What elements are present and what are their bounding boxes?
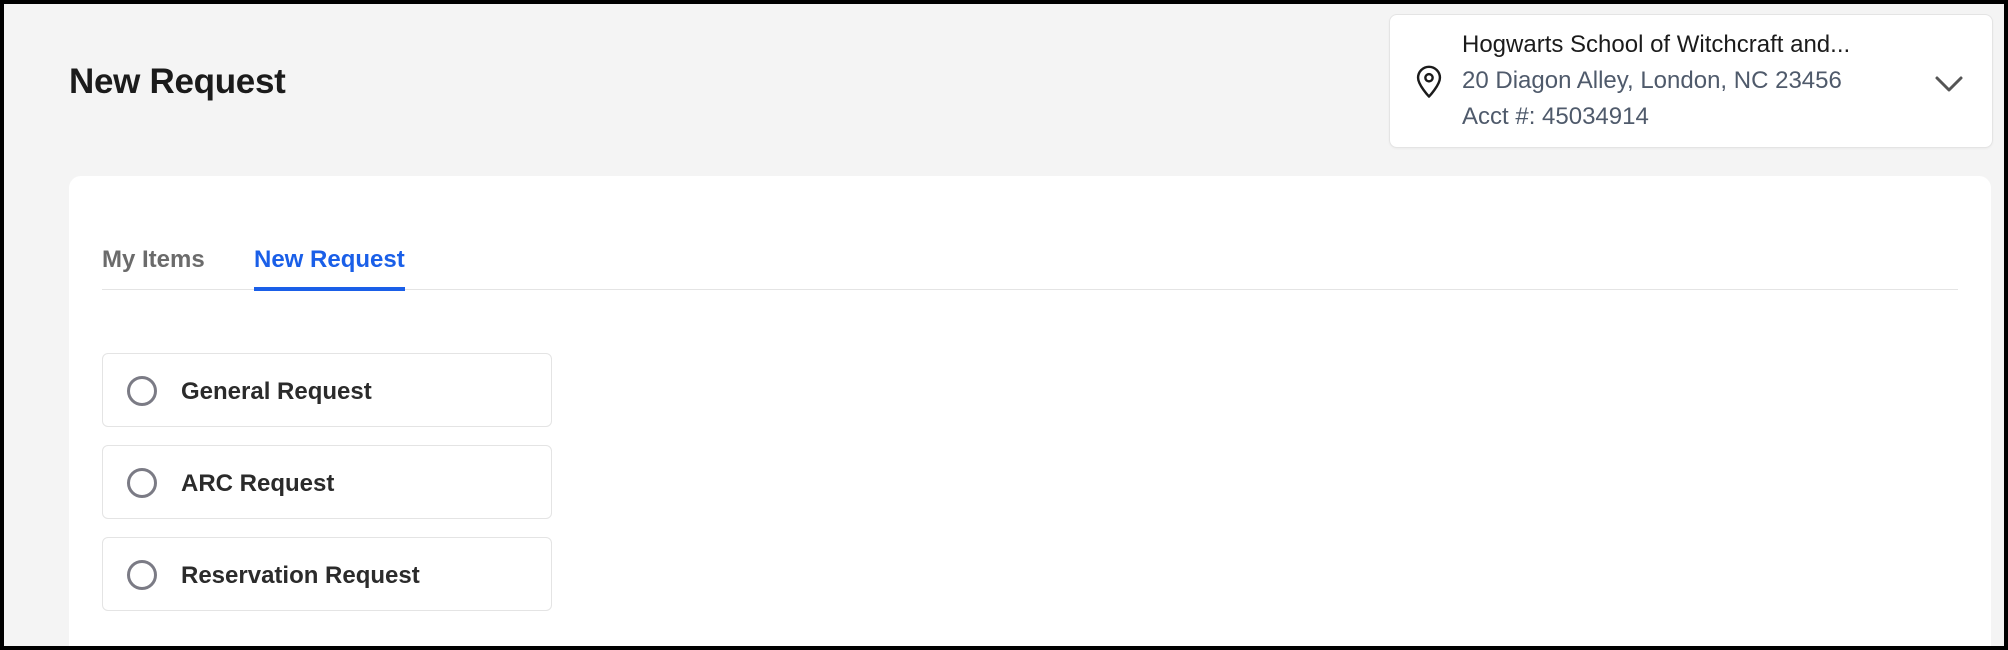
tab-my-items[interactable]: My Items — [102, 246, 205, 290]
radio-button[interactable] — [127, 560, 157, 590]
map-pin-icon — [1416, 65, 1442, 98]
option-label: ARC Request — [181, 470, 335, 497]
app-frame: New Request Hogwarts School of Witchcraf… — [4, 4, 2004, 646]
request-panel: My Items New Request General Request ARC… — [69, 176, 1991, 646]
tab-new-request[interactable]: New Request — [254, 246, 405, 291]
account-selector[interactable]: Hogwarts School of Witchcraft and... 20 … — [1389, 14, 1993, 148]
radio-button[interactable] — [127, 376, 157, 406]
option-general-request[interactable]: General Request — [102, 353, 552, 427]
account-name: Hogwarts School of Witchcraft and... — [1462, 31, 1851, 58]
account-address: 20 Diagon Alley, London, NC 23456 — [1462, 67, 1842, 94]
account-number: Acct #: 45034914 — [1462, 103, 1649, 130]
page-title: New Request — [69, 62, 286, 101]
option-reservation-request[interactable]: Reservation Request — [102, 537, 552, 611]
tab-bar: My Items New Request — [102, 246, 1958, 291]
option-label: General Request — [181, 378, 372, 405]
option-arc-request[interactable]: ARC Request — [102, 445, 552, 519]
radio-button[interactable] — [127, 468, 157, 498]
option-label: Reservation Request — [181, 562, 420, 589]
chevron-down-icon[interactable] — [1934, 75, 1964, 93]
